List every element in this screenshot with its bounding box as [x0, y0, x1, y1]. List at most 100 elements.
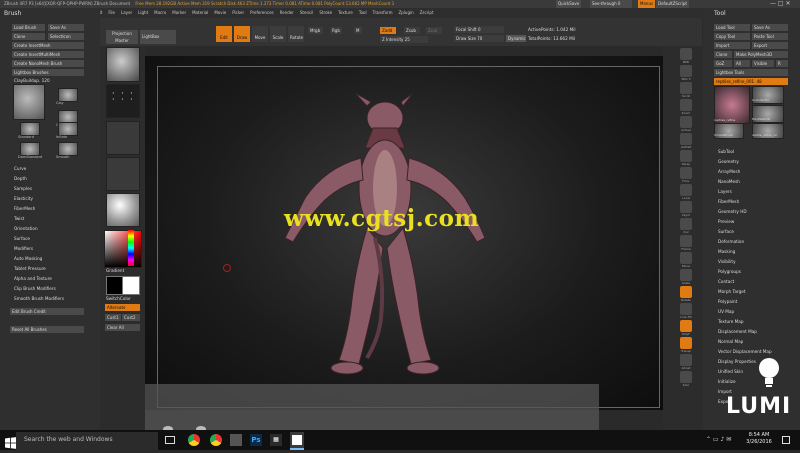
tool-section-unified-skin[interactable]: Unified Skin [718, 369, 743, 374]
tool-section-normal-map[interactable]: Normal Map [718, 339, 743, 344]
task-view-icon[interactable] [165, 436, 175, 444]
tool-section-fibermesh[interactable]: FiberMesh [718, 199, 739, 204]
draw-mode-button[interactable]: Draw [234, 26, 250, 42]
select-icon-button[interactable]: SelectIcon [48, 33, 84, 40]
material-shelf-icon[interactable] [106, 193, 140, 227]
edit-mode-button[interactable]: Edit [216, 26, 232, 42]
tool-section-geometry-hd[interactable]: Geometry HD [718, 209, 747, 214]
lightbox-brushes-button[interactable]: Lightbox Brushes [12, 69, 84, 76]
zbrush-taskbar-icon[interactable] [230, 434, 242, 446]
shelf-persp-icon[interactable] [680, 150, 692, 162]
shelf-floor-icon[interactable] [680, 167, 692, 179]
menu-zplugin[interactable]: Zplugin [399, 8, 414, 18]
edit-brush-credit-button[interactable]: Edit Brush Credit [10, 308, 84, 315]
projection-master-button[interactable]: Projection Master [106, 30, 138, 44]
shelf-local-icon[interactable] [680, 184, 692, 196]
brush-section-twist[interactable]: Twist [14, 216, 24, 221]
rotate-mode-button[interactable]: Rotate [288, 26, 304, 42]
tool-section-morph-target[interactable]: Morph Target [718, 289, 746, 294]
current-brush-thumbnail[interactable] [13, 84, 45, 120]
shelf-spix-3-icon[interactable] [680, 65, 692, 77]
menu-marker[interactable]: Marker [172, 8, 186, 18]
current-tool-slider[interactable]: reptiles_refine_001. 48 [714, 78, 788, 85]
tool-section-displacement-map[interactable]: Displacement Map [718, 329, 757, 334]
search-box[interactable]: Search the web and Windows [16, 432, 158, 450]
brush-section-modifiers[interactable]: Modifiers [14, 246, 33, 251]
menu-tool[interactable]: Tool [359, 8, 367, 18]
menu-transform[interactable]: Transform [373, 8, 393, 18]
menu-movie[interactable]: Movie [214, 8, 226, 18]
tool-section-surface[interactable]: Surface [718, 229, 734, 234]
shelf-frame-icon[interactable] [680, 235, 692, 247]
menu-zscript[interactable]: Zscript [420, 8, 434, 18]
menu-render[interactable]: Render [280, 8, 294, 18]
chrome-icon-2[interactable] [210, 434, 222, 446]
zsub-button[interactable]: Zsub [404, 27, 420, 34]
tool-section-vector-displacement-map[interactable]: Vector Displacement Map [718, 349, 772, 354]
goz-visible-button[interactable]: Visible [752, 60, 774, 67]
mrgb-button[interactable]: Mrgb [308, 27, 323, 34]
clear-all-button[interactable]: Clear All [105, 324, 140, 331]
copy-tool-button[interactable]: Copy Tool [714, 33, 750, 40]
menus-toggle[interactable]: Menus [638, 0, 656, 8]
tool-section-display-properties[interactable]: Display Properties [718, 359, 756, 364]
default-zscript-button[interactable]: DefaultZScript [656, 0, 689, 8]
shelf-rotate-icon[interactable] [680, 286, 692, 298]
shelf-zoom-icon[interactable] [680, 99, 692, 111]
see-through-slider[interactable]: See-through 0 [590, 0, 632, 8]
paste-tool-button[interactable]: Paste Tool [752, 33, 788, 40]
menu-file[interactable]: File [108, 8, 115, 18]
move-mode-button[interactable]: Move [252, 26, 268, 42]
brush-shelf-icon[interactable] [106, 47, 140, 82]
brush-section-auto-masking[interactable]: Auto Masking [14, 256, 42, 261]
menu-layer[interactable]: Layer [121, 8, 132, 18]
texture-shelf-icon[interactable] [106, 157, 140, 191]
brush-section-curve[interactable]: Curve [14, 166, 26, 171]
tool-clone-button[interactable]: Clone [714, 51, 732, 58]
quicksave-button[interactable]: QuickSave [556, 0, 582, 8]
create-nanomesh-button[interactable]: Create NanoMesh Brush [12, 60, 84, 67]
brush-section-orientation[interactable]: Orientation [14, 226, 38, 231]
goz-button[interactable]: GoZ [714, 60, 732, 67]
create-insertmultimesh-button[interactable]: Create InsertMultiMesh [12, 51, 84, 58]
chrome-icon[interactable] [188, 434, 200, 446]
menu-preferences[interactable]: Preferences [250, 8, 274, 18]
menu-picker[interactable]: Picker [232, 8, 244, 18]
shelf-bpr-icon[interactable] [680, 48, 692, 60]
app-taskbar-icon[interactable]: ▦ [270, 434, 282, 446]
menu-light[interactable]: Light [138, 8, 148, 18]
tool-section-polygroups[interactable]: Polygroups [718, 269, 741, 274]
goz-r-button[interactable]: R [776, 60, 788, 67]
make-polymesh3d-button[interactable]: Make PolyMesh3D [734, 51, 788, 58]
brush-section-smooth-brush-modifiers[interactable]: Smooth Brush Modifiers [14, 296, 64, 301]
brush-clone-button[interactable]: Clone [12, 33, 45, 40]
brush-icon-damstandard[interactable] [20, 142, 40, 156]
menu-stroke[interactable]: Stroke [319, 8, 332, 18]
brush-icon-inflate[interactable] [58, 122, 78, 136]
color-picker[interactable] [104, 230, 142, 268]
load-tool-button[interactable]: Load Tool [714, 24, 750, 31]
tool-save-as-button[interactable]: Save As [752, 24, 788, 31]
m-button[interactable]: M [354, 27, 362, 34]
menu-macro[interactable]: Macro [154, 8, 166, 18]
brush-icon-smooth[interactable] [58, 142, 78, 156]
brush-section-samples[interactable]: Samples [14, 186, 32, 191]
tool-section-visibility[interactable]: Visibility [718, 259, 736, 264]
goz-all-button[interactable]: All [734, 60, 750, 67]
tool-export-button[interactable]: Export [752, 42, 788, 49]
tool-section-arraymesh[interactable]: ArrayMesh [718, 169, 740, 174]
shelf-polyf-icon[interactable] [680, 320, 692, 332]
tool-section-texture-map[interactable]: Texture Map [718, 319, 744, 324]
brush-section-alpha-and-texture[interactable]: Alpha and Texture [14, 276, 52, 281]
cust2-button[interactable]: Cust2 [122, 314, 140, 321]
tool-section-uv-map[interactable]: UV Map [718, 309, 734, 314]
shelf-solo-icon[interactable] [680, 371, 692, 383]
brush-section-elasticity[interactable]: Elasticity [14, 196, 33, 201]
shelf-transp-icon[interactable] [680, 337, 692, 349]
photoshop-icon[interactable]: Ps [250, 434, 262, 446]
tool-section-contact[interactable]: Contact [718, 279, 734, 284]
brush-icon-clay[interactable] [58, 88, 78, 102]
tool-section-geometry[interactable]: Geometry [718, 159, 739, 164]
scale-mode-button[interactable]: Scale [270, 26, 286, 42]
switch-color-button[interactable]: SwitchColor [106, 296, 131, 301]
